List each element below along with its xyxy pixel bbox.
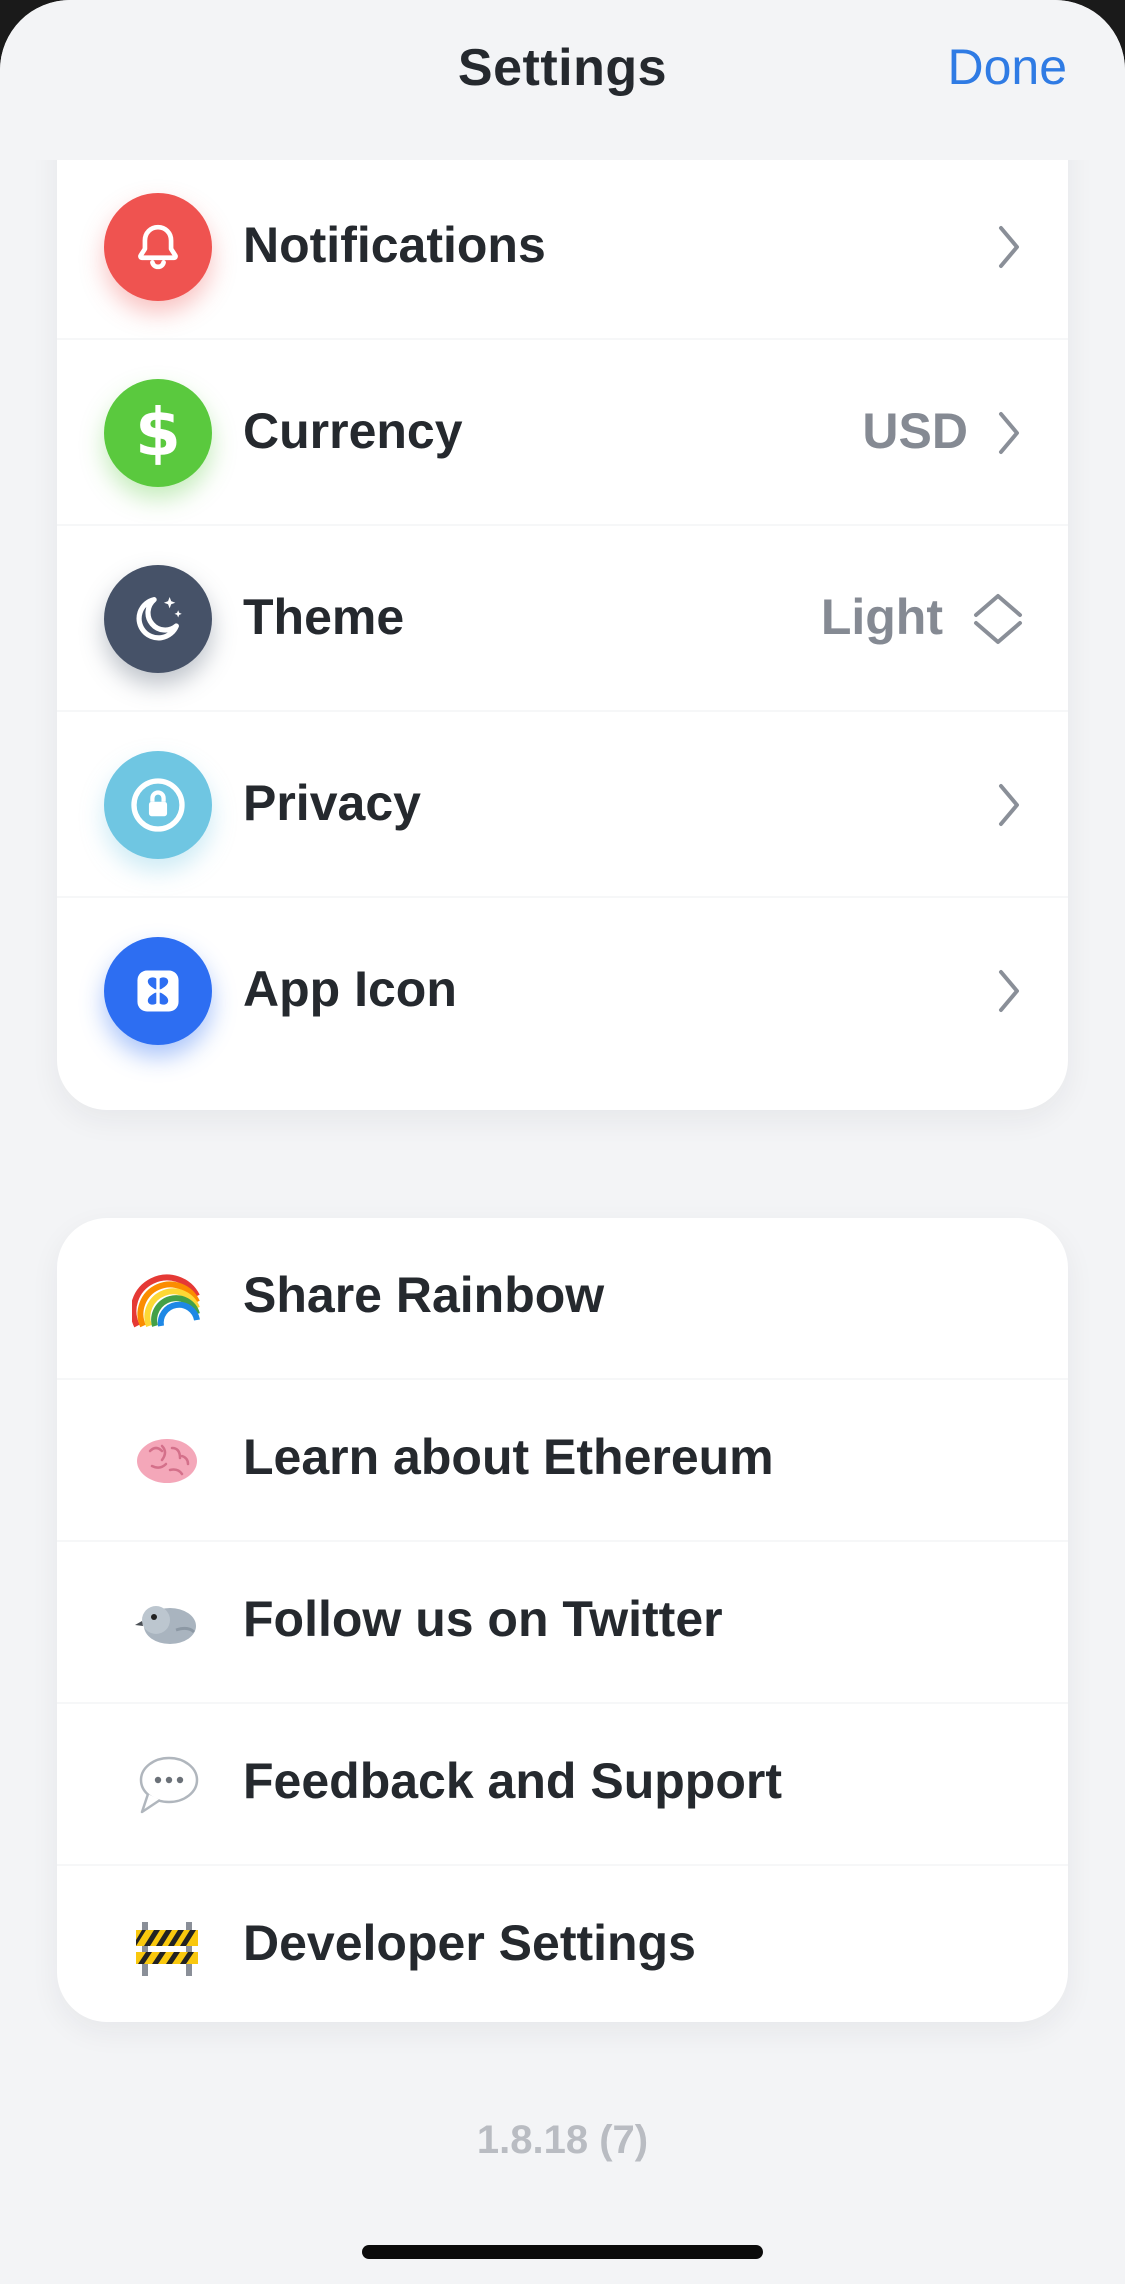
chevron-right-icon (999, 784, 1019, 826)
chevron-right-icon (999, 412, 1019, 454)
settings-item-label: Theme (243, 589, 405, 645)
link-item-developer-settings[interactable]: Developer Settings (57, 1866, 1068, 2028)
settings-card: Notifications $ Currency USD Theme Light… (57, 100, 1068, 1110)
link-item-label: Developer Settings (243, 1915, 696, 1971)
settings-item-privacy[interactable]: Privacy (57, 712, 1068, 898)
lock-icon (104, 751, 212, 859)
chevron-right-icon (999, 226, 1019, 268)
settings-item-currency[interactable]: $ Currency USD (57, 340, 1068, 526)
link-item-twitter[interactable]: Follow us on Twitter (57, 1542, 1068, 1704)
link-item-label: Follow us on Twitter (243, 1591, 723, 1647)
brain-icon (137, 1439, 197, 1483)
settings-item-label: Notifications (243, 217, 546, 273)
link-item-label: Share Rainbow (243, 1267, 605, 1323)
app-icon-icon (104, 937, 212, 1045)
bell-icon (104, 193, 212, 301)
speech-bubble-icon (139, 1756, 199, 1814)
link-item-share-rainbow[interactable]: Share Rainbow (57, 1218, 1068, 1380)
settings-item-value: Light (820, 589, 943, 645)
settings-item-label: Currency (243, 403, 463, 459)
dollar-icon: $ (104, 379, 212, 487)
link-item-feedback[interactable]: Feedback and Support (57, 1704, 1068, 1866)
up-down-chevron-icon (974, 594, 1022, 644)
moon-icon (104, 565, 212, 673)
settings-item-label: App Icon (243, 961, 457, 1017)
done-button[interactable]: Done (947, 38, 1067, 96)
app-version: 1.8.18 (7) (476, 2118, 649, 2162)
link-item-label: Learn about Ethereum (243, 1429, 774, 1485)
settings-item-app-icon[interactable]: App Icon (57, 898, 1068, 1084)
rainbow-icon (132, 1274, 200, 1328)
link-item-label: Feedback and Support (243, 1753, 782, 1809)
construction-barrier-icon (136, 1922, 198, 1976)
chevron-right-icon (999, 970, 1019, 1012)
bird-icon (135, 1606, 196, 1644)
links-card: Share Rainbow Learn about Ethereum Follo… (57, 1218, 1068, 2022)
settings-header: Settings Done (0, 0, 1125, 160)
settings-item-label: Privacy (243, 775, 421, 831)
settings-item-theme[interactable]: Theme Light (57, 526, 1068, 712)
settings-item-value: USD (862, 403, 968, 459)
home-indicator[interactable] (362, 2245, 763, 2259)
link-item-learn-ethereum[interactable]: Learn about Ethereum (57, 1380, 1068, 1542)
settings-sheet: Notifications $ Currency USD Theme Light… (0, 0, 1125, 2284)
settings-item-notifications[interactable]: Notifications (57, 154, 1068, 340)
